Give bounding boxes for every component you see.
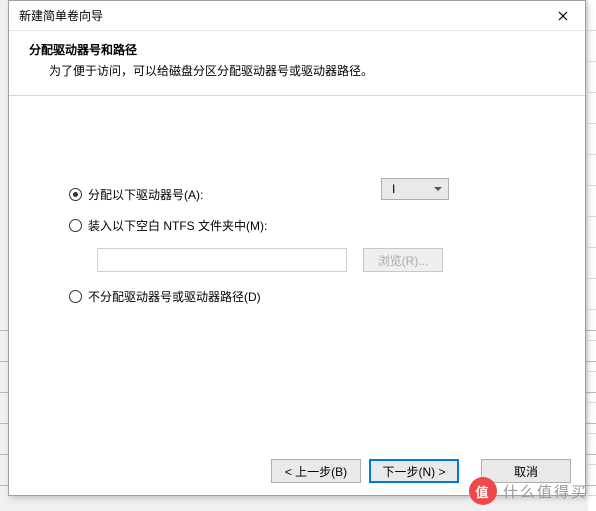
watermark: 值 什么值得买 (469, 477, 588, 505)
drive-letter-select[interactable]: I (381, 178, 449, 200)
watermark-text: 什么值得买 (503, 481, 588, 502)
wizard-dialog: 新建简单卷向导 分配驱动器号和路径 为了便于访问，可以给磁盘分区分配驱动器号或驱… (8, 0, 586, 496)
radio-assign[interactable] (69, 188, 82, 201)
close-button[interactable] (540, 1, 585, 30)
radio-none[interactable] (69, 290, 82, 303)
option-assign-label: 分配以下驱动器号(A): (88, 186, 203, 203)
option-none-row[interactable]: 不分配驱动器号或驱动器路径(D) (69, 288, 535, 305)
wizard-content: I 分配以下驱动器号(A): 装入以下空白 NTFS 文件夹中(M): 浏览(R… (9, 96, 585, 447)
drive-letter-value: I (392, 182, 395, 196)
wizard-header: 分配驱动器号和路径 为了便于访问，可以给磁盘分区分配驱动器号或驱动器路径。 (9, 31, 585, 96)
next-button[interactable]: 下一步(N) > (369, 459, 459, 483)
option-mount-row[interactable]: 装入以下空白 NTFS 文件夹中(M): (69, 217, 535, 234)
option-mount-label: 装入以下空白 NTFS 文件夹中(M): (88, 217, 267, 234)
mount-path-input (97, 248, 347, 272)
option-none-label: 不分配驱动器号或驱动器路径(D) (88, 288, 261, 305)
chevron-down-icon (434, 187, 442, 191)
back-button[interactable]: < 上一步(B) (271, 459, 361, 483)
option-assign-row[interactable]: 分配以下驱动器号(A): (69, 186, 535, 203)
next-label: 下一步(N) > (382, 463, 445, 480)
page-heading: 分配驱动器号和路径 (29, 41, 565, 58)
browse-label: 浏览(R)... (378, 252, 429, 269)
close-icon (558, 11, 568, 21)
page-subheading: 为了便于访问，可以给磁盘分区分配驱动器号或驱动器路径。 (49, 62, 565, 79)
titlebar: 新建简单卷向导 (9, 1, 585, 31)
window-title: 新建简单卷向导 (19, 7, 103, 24)
back-label: < 上一步(B) (285, 463, 347, 480)
radio-mount[interactable] (69, 219, 82, 232)
watermark-badge: 值 (469, 477, 497, 505)
browse-button: 浏览(R)... (363, 248, 443, 272)
mount-path-row: 浏览(R)... (97, 248, 535, 272)
